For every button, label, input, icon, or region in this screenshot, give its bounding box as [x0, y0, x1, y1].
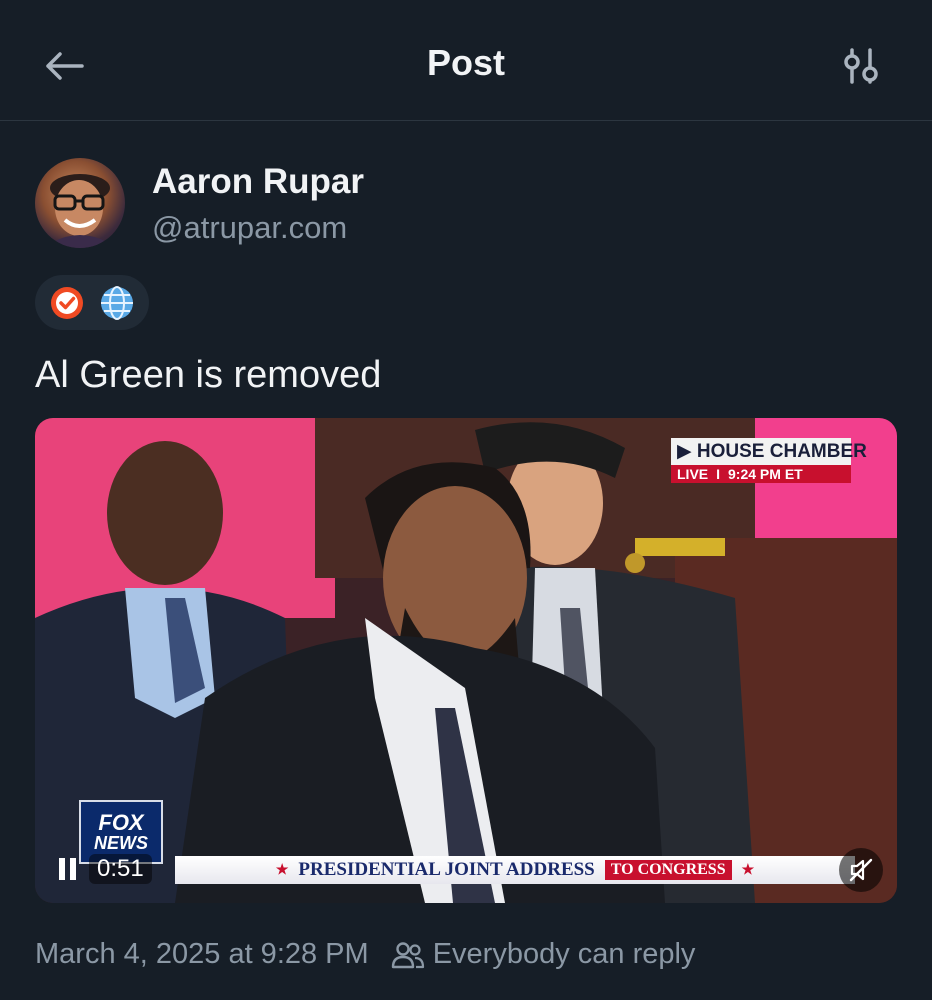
chyron-main-text: PRESIDENTIAL JOINT ADDRESS: [298, 859, 595, 880]
video-elapsed-time: 0:51: [89, 854, 152, 884]
star-icon: ★: [741, 862, 755, 878]
top-bar: Post: [0, 0, 932, 121]
live-separator: I: [716, 466, 721, 482]
globe-icon: [99, 285, 135, 321]
post-meta: March 4, 2025 at 9:28 PM Everybody can r…: [35, 938, 695, 971]
reply-settings: Everybody can reply: [391, 938, 696, 971]
sliders-icon: [844, 48, 878, 84]
thread-settings-button[interactable]: [836, 42, 886, 90]
live-time: 9:24 PM ET: [728, 466, 803, 482]
pause-button[interactable]: [59, 858, 79, 880]
video-frame: [35, 418, 897, 903]
video-player[interactable]: ▶ HOUSE CHAMBER LIVE I 9:24 PM ET FOX NE…: [35, 418, 897, 903]
avatar[interactable]: [35, 158, 125, 248]
author-name[interactable]: Aaron Rupar: [152, 162, 364, 202]
live-chamber-tag: ▶ HOUSE CHAMBER LIVE I 9:24 PM ET: [671, 438, 867, 483]
verified-check-icon: [49, 285, 85, 321]
chyron-sub-text: TO CONGRESS: [604, 860, 732, 880]
profile-badges[interactable]: [35, 275, 149, 330]
reply-setting-label: Everybody can reply: [432, 938, 696, 970]
pause-icon: [59, 858, 65, 880]
post-text: Al Green is removed: [35, 354, 382, 396]
chamber-label: HOUSE CHAMBER: [696, 441, 867, 462]
star-icon: ★: [275, 862, 289, 878]
speaker-muted-icon: [849, 858, 873, 882]
author-handle[interactable]: @atrupar.com: [152, 210, 347, 246]
play-arrow-icon: ▶: [677, 441, 692, 462]
network-logo-line2: NEWS: [94, 833, 148, 853]
people-icon: [391, 941, 424, 968]
live-label: LIVE: [677, 466, 709, 482]
network-logo-line1: FOX: [98, 810, 144, 835]
post-timestamp: March 4, 2025 at 9:28 PM: [35, 938, 369, 970]
page-title: Post: [426, 42, 505, 83]
chyron-banner: ★ PRESIDENTIAL JOINT ADDRESS TO CONGRESS…: [175, 856, 855, 884]
mute-toggle-button[interactable]: [839, 848, 883, 892]
